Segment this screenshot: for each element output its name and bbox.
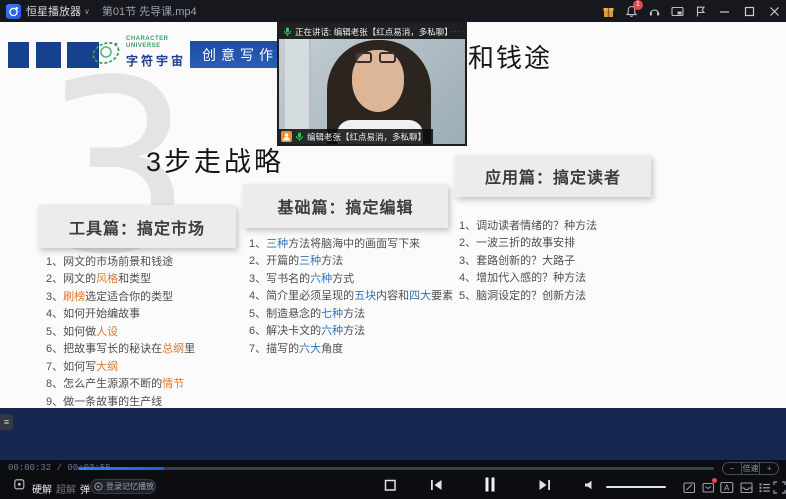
svg-text:A: A	[724, 483, 730, 492]
speed-control: − 倍速 +	[722, 462, 779, 475]
player-window: 恒星播放器 ∨ 第01节 先导课.mp4 1	[0, 0, 786, 499]
list-item: 2、一波三折的故事安排	[459, 234, 597, 252]
subtitle-icon[interactable]: A	[720, 480, 734, 494]
list-item: 2、网文的风格和类型	[46, 270, 195, 288]
webcam-background	[285, 24, 311, 146]
previous-button[interactable]	[430, 479, 443, 491]
webcam-name-bar: 编辑老张【红点易消，多私聊】	[279, 129, 433, 144]
section-header-label: 应用篇：搞定读者	[485, 164, 621, 188]
flag-icon[interactable]	[693, 4, 707, 18]
avatar-icon	[281, 131, 292, 142]
section-header-basics: 基础篇：搞定编辑	[243, 184, 448, 228]
list-item: 6、解决卡文的六种方法	[249, 322, 453, 340]
minimize-button[interactable]	[716, 3, 732, 19]
section-header-label: 工具篇：搞定市场	[69, 215, 205, 239]
list-item: 5、脑洞设定的？创新方法	[459, 286, 597, 304]
list-item: 5、如何做人设	[46, 322, 195, 340]
pause-button[interactable]	[484, 477, 496, 492]
readers-list: 1、调动读者情绪的？种方法2、一波三折的故事安排3、套路创新的？大路子4、增加代…	[459, 216, 597, 304]
list-item: 1、调动读者情绪的？种方法	[459, 216, 597, 234]
mic-on-icon	[283, 27, 292, 37]
presenter-glasses	[379, 52, 396, 63]
speed-decrease-button[interactable]: −	[723, 463, 741, 474]
progress-bar[interactable]	[78, 467, 714, 470]
playlist-handle[interactable]: ≡	[0, 414, 13, 430]
section-header-readers: 应用篇：搞定读者	[455, 155, 651, 197]
webcam-overlay: 正在讲话: 编辑老张【红点易消，多私聊】； ··· 编辑老张【红点易消，多私聊】	[277, 22, 467, 146]
list-item: 7、如何写大纲	[46, 357, 195, 375]
volume-icon[interactable]	[584, 479, 596, 491]
close-button[interactable]	[766, 3, 782, 19]
notification-bell-icon[interactable]: 1	[624, 4, 638, 18]
basics-list: 1、三种方法将脑海中的画面写下来2、开篇的三种方法3、写书名的六种方式4、简介里…	[249, 234, 453, 357]
control-bar: 00:00:32 / 00:03:55 − 倍速 + 硬解 超解 弹 登录记忆播…	[0, 460, 786, 499]
tools-list: 1、网文的市场前景和钱途2、网文的风格和类型3、刷榜选定适合你的类型4、如何开始…	[46, 252, 195, 410]
app-name[interactable]: 恒星播放器	[26, 3, 81, 19]
volume-slider[interactable]	[606, 486, 666, 488]
list-item: 7、描写的六大角度	[249, 339, 453, 357]
app-menu-chevron-icon[interactable]: ∨	[84, 7, 90, 16]
list-item: 4、简介里必须呈现的五块内容和四大要素	[249, 287, 453, 305]
login-button[interactable]: 登录记忆播放	[90, 479, 156, 494]
course-tag: 创意写作	[190, 41, 290, 68]
list-item: 8、怎么产生源源不断的情节	[46, 375, 195, 393]
slide-flag-bar	[8, 42, 29, 68]
list-item: 1、三种方法将脑海中的画面写下来	[249, 234, 453, 252]
gift-icon[interactable]	[601, 4, 615, 18]
list-item: 3、写书名的六种方式	[249, 269, 453, 287]
maximize-button[interactable]	[741, 3, 757, 19]
mini-window-icon[interactable]	[14, 479, 25, 490]
presenter-name-text: 编辑老张【红点易消，多私聊】	[307, 131, 426, 143]
app-logo-icon	[6, 4, 21, 19]
list-item: 3、刷榜选定适合你的类型	[46, 287, 195, 305]
section-header-tools: 工具篇：搞定市场	[38, 205, 236, 248]
screenshot-icon[interactable]	[682, 480, 696, 494]
next-button[interactable]	[538, 479, 551, 491]
mic-on-icon	[295, 132, 304, 142]
message-icon[interactable]	[701, 480, 715, 494]
slide-main-title: 和钱途	[468, 38, 552, 75]
list-item: 6、把故事写长的秘诀在总纲里	[46, 340, 195, 358]
progress-fill	[78, 467, 164, 470]
pip-icon[interactable]	[670, 4, 684, 18]
webcam-header-bar: 正在讲话: 编辑老张【红点易消，多私聊】； ···	[279, 24, 465, 39]
danmaku-toggle[interactable]: 弹	[80, 481, 90, 496]
fullscreen-icon[interactable]	[772, 480, 786, 494]
video-surface[interactable]: CHARACTER UNIVERSE 字符宇宙 创意写作 和钱途 3 3步走战略…	[0, 22, 786, 460]
list-item: 2、开篇的三种方法	[249, 252, 453, 270]
media-file-name: 第01节 先导课.mp4	[102, 3, 197, 19]
list-item: 1、网文的市场前景和钱途	[46, 252, 195, 270]
speed-label[interactable]: 倍速	[741, 463, 761, 474]
headset-icon[interactable]	[647, 4, 661, 18]
list-item: 3、套路创新的？大路子	[459, 251, 597, 269]
list-item: 9、做一条故事的生产线	[46, 392, 195, 410]
webcam-menu-dots: ···	[450, 27, 461, 36]
speed-increase-button[interactable]: +	[760, 463, 778, 474]
presenter-glasses	[355, 52, 372, 63]
super-resolution-toggle[interactable]: 超解	[56, 481, 76, 496]
titlebar: 恒星播放器 ∨ 第01节 先导课.mp4 1	[0, 0, 786, 22]
list-item: 4、增加代入感的？种方法	[459, 269, 597, 287]
hardware-decode-toggle[interactable]: 硬解	[32, 481, 52, 496]
stop-button[interactable]	[384, 479, 397, 492]
slide-footer-band	[0, 408, 786, 460]
notification-badge: 1	[633, 0, 643, 10]
list-item: 5、制造悬念的七种方法	[249, 304, 453, 322]
message-alert-dot	[712, 478, 717, 483]
library-icon[interactable]	[739, 480, 753, 494]
login-circle-icon	[94, 482, 103, 491]
list-item: 4、如何开始编故事	[46, 305, 195, 323]
speaking-status-text: 正在讲话: 编辑老张【红点易消，多私聊】；	[295, 26, 447, 38]
section-header-label: 基础篇：搞定编辑	[277, 194, 413, 218]
login-button-label: 登录记忆播放	[106, 481, 154, 492]
strategy-title: 3步走战略	[146, 140, 284, 179]
playlist-icon[interactable]	[757, 480, 771, 494]
